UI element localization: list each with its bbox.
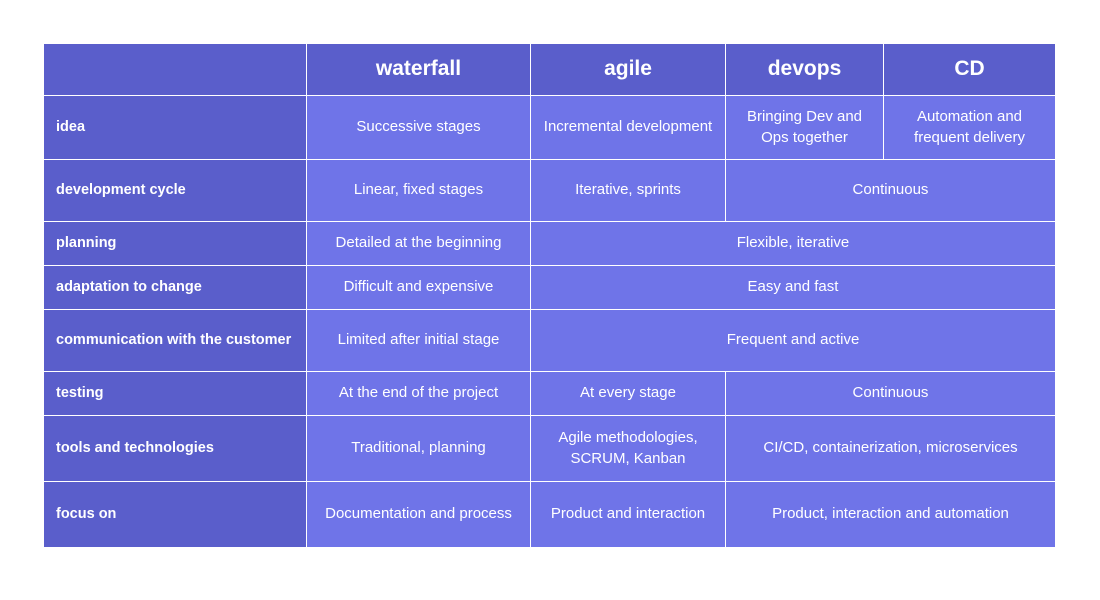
table-body: idea Successive stages Incremental devel… (43, 95, 1056, 548)
table-row: development cycle Linear, fixed stages I… (43, 159, 1056, 222)
row-label-planning: planning (43, 221, 307, 266)
table-cell: At the end of the project (306, 371, 531, 416)
comparison-table-container: waterfall agile devops CD idea Successiv… (43, 43, 1056, 548)
table-row: tools and technologies Traditional, plan… (43, 415, 1056, 482)
table-row: focus on Documentation and process Produ… (43, 481, 1056, 548)
table-row: testing At the end of the project At eve… (43, 371, 1056, 416)
column-header-agile: agile (530, 43, 726, 96)
column-header-waterfall: waterfall (306, 43, 531, 96)
table-cell-merged: Continuous (725, 371, 1056, 416)
table-cell: Incremental development (530, 95, 726, 160)
table-cell: Limited after initial stage (306, 309, 531, 372)
table-cell-merged: Flexible, iterative (530, 221, 1056, 266)
header-row: waterfall agile devops CD (43, 43, 1056, 96)
column-header-devops: devops (725, 43, 884, 96)
table-row: planning Detailed at the beginning Flexi… (43, 221, 1056, 266)
row-label-testing: testing (43, 371, 307, 416)
table-row: adaptation to change Difficult and expen… (43, 265, 1056, 310)
table-row: communication with the customer Limited … (43, 309, 1056, 372)
table-header: waterfall agile devops CD (43, 43, 1056, 96)
table-cell-merged: CI/CD, containerization, microservices (725, 415, 1056, 482)
row-label-development-cycle: development cycle (43, 159, 307, 222)
table-cell: Detailed at the beginning (306, 221, 531, 266)
table-cell: Documentation and process (306, 481, 531, 548)
table-cell: Automation and frequent delivery (883, 95, 1056, 160)
row-label-adaptation-to-change: adaptation to change (43, 265, 307, 310)
table-cell: Iterative, sprints (530, 159, 726, 222)
row-label-tools-and-technologies: tools and technologies (43, 415, 307, 482)
column-header-cd: CD (883, 43, 1056, 96)
row-label-idea: idea (43, 95, 307, 160)
table-cell: Product and interaction (530, 481, 726, 548)
row-label-focus-on: focus on (43, 481, 307, 548)
table-cell-merged: Frequent and active (530, 309, 1056, 372)
table-cell: Successive stages (306, 95, 531, 160)
table-cell: Agile methodologies, SCRUM, Kanban (530, 415, 726, 482)
methodology-comparison-table: waterfall agile devops CD idea Successiv… (43, 43, 1056, 548)
table-cell: Linear, fixed stages (306, 159, 531, 222)
row-label-communication-with-the-customer: communication with the customer (43, 309, 307, 372)
table-cell: Bringing Dev and Ops together (725, 95, 884, 160)
table-cell: At every stage (530, 371, 726, 416)
table-cell: Difficult and expensive (306, 265, 531, 310)
table-cell: Traditional, planning (306, 415, 531, 482)
table-cell-merged: Continuous (725, 159, 1056, 222)
table-row: idea Successive stages Incremental devel… (43, 95, 1056, 160)
table-corner-cell (43, 43, 307, 96)
table-cell-merged: Product, interaction and automation (725, 481, 1056, 548)
table-cell-merged: Easy and fast (530, 265, 1056, 310)
